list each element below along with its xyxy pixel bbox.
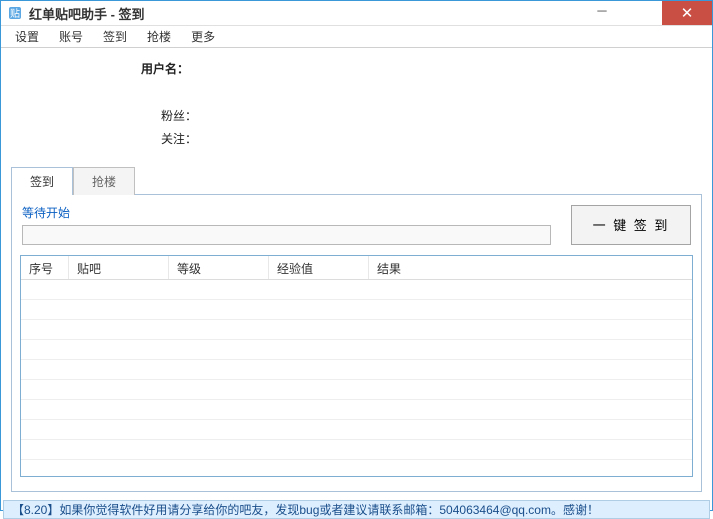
menu-signin[interactable]: 签到 xyxy=(97,26,133,47)
menu-qianglou[interactable]: 抢楼 xyxy=(141,26,177,47)
tab-qianglou[interactable]: 抢楼 xyxy=(73,167,135,195)
titlebar: 贴 红单贴吧助手 - 签到 ✕ xyxy=(1,1,712,26)
one-click-signin-button[interactable]: 一 键 签 到 xyxy=(571,205,691,245)
table-row xyxy=(21,420,692,440)
fans-label: 粉丝： xyxy=(161,107,197,124)
table-row xyxy=(21,380,692,400)
statusbar-text: 【8.20】如果你觉得软件好用请分享给你的吧友，发现bug或者建议请联系邮箱：5… xyxy=(12,501,599,518)
table-row xyxy=(21,460,692,476)
tabs: 签到 抢楼 xyxy=(11,167,702,195)
table-row xyxy=(21,400,692,420)
menu-account[interactable]: 账号 xyxy=(53,26,89,47)
col-level[interactable]: 等级 xyxy=(169,256,269,279)
col-exp[interactable]: 经验值 xyxy=(269,256,369,279)
table-row xyxy=(21,360,692,380)
table-header: 序号 贴吧 等级 经验值 结果 xyxy=(21,256,692,280)
status-text: 等待开始 xyxy=(22,206,70,220)
svg-text:贴: 贴 xyxy=(10,7,20,20)
table-row xyxy=(21,340,692,360)
window-title: 红单贴吧助手 - 签到 xyxy=(29,4,145,23)
col-result[interactable]: 结果 xyxy=(369,256,692,279)
statusbar: 【8.20】如果你觉得软件好用请分享给你的吧友，发现bug或者建议请联系邮箱：5… xyxy=(3,500,710,519)
table-row xyxy=(21,440,692,460)
maximize-button[interactable] xyxy=(622,1,662,25)
progress-bar xyxy=(22,225,551,245)
menu-settings[interactable]: 设置 xyxy=(9,26,45,47)
table-row xyxy=(21,320,692,340)
menubar: 设置 账号 签到 抢楼 更多 xyxy=(1,26,712,48)
content-area: 用户名： 粉丝： 关注： 签到 抢楼 等待开始 xyxy=(1,48,712,498)
table-row xyxy=(21,300,692,320)
app-icon: 贴 xyxy=(7,5,23,21)
results-table: 序号 贴吧 等级 经验值 结果 xyxy=(20,255,693,477)
app-window: 贴 红单贴吧助手 - 签到 ✕ 设置 账号 签到 抢楼 更多 用户名： 粉丝： xyxy=(0,0,713,511)
tab-panel-signin: 等待开始 一 键 签 到 序号 贴吧 等级 经验值 结果 xyxy=(11,194,702,492)
table-row xyxy=(21,280,692,300)
user-info-panel: 用户名： 粉丝： 关注： xyxy=(11,54,702,167)
menu-more[interactable]: 更多 xyxy=(185,26,221,47)
close-button[interactable]: ✕ xyxy=(662,1,712,25)
username-label: 用户名： xyxy=(141,60,189,77)
following-label: 关注： xyxy=(161,130,197,147)
table-body xyxy=(21,280,692,476)
window-controls: ✕ xyxy=(582,1,712,25)
tab-signin[interactable]: 签到 xyxy=(11,167,73,195)
col-tieba[interactable]: 贴吧 xyxy=(69,256,169,279)
col-seq[interactable]: 序号 xyxy=(21,256,69,279)
minimize-button[interactable] xyxy=(582,1,622,25)
